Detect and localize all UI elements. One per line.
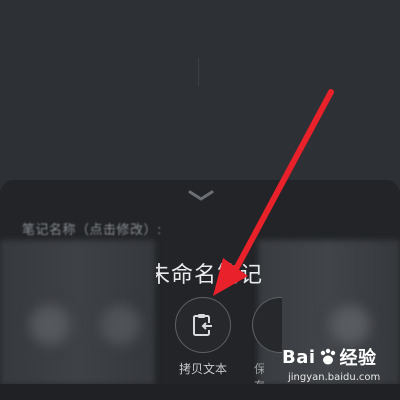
watermark-logo-text-2: 经验 (339, 348, 377, 369)
watermark-logo-text: Bai (282, 346, 316, 368)
baidu-jingyan-watermark: Bai 经验 jingyan.baidu.com (282, 344, 400, 394)
annotation-arrow-icon (213, 89, 334, 296)
watermark-url: jingyan.baidu.com (288, 372, 381, 383)
paw-icon (320, 348, 335, 365)
